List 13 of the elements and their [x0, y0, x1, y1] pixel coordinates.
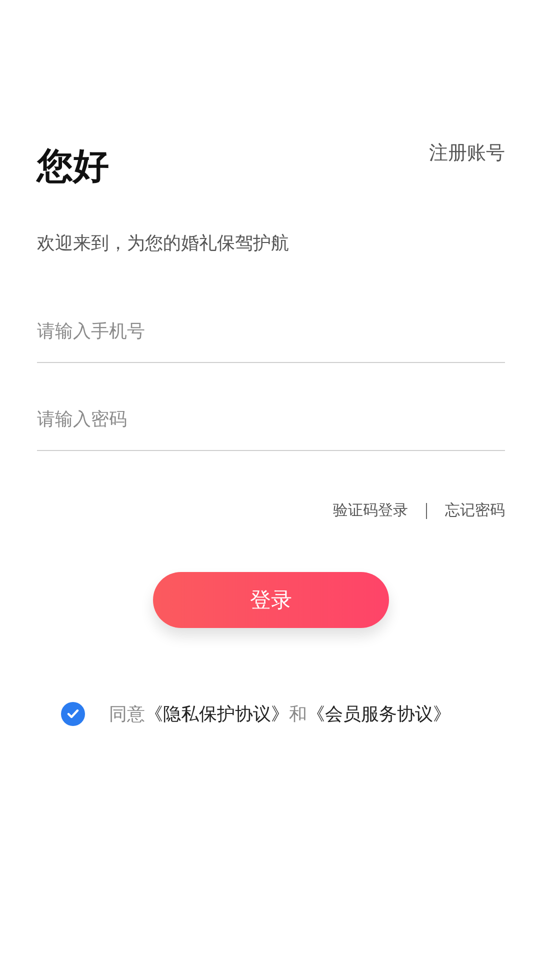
check-icon [67, 709, 79, 719]
phone-field[interactable]: 请输入手机号 [37, 321, 505, 363]
agreement-link[interactable]: 《会员服务协议》 [307, 702, 451, 726]
forgot-password-link[interactable]: 忘记密码 [445, 501, 505, 520]
register-link[interactable]: 注册账号 [429, 140, 505, 166]
agreement-link[interactable]: 《隐私保护协议》 [145, 702, 289, 726]
sms-login-link[interactable]: 验证码登录 [333, 501, 408, 520]
welcome-text: 欢迎来到，为您的婚礼保驾护航 [37, 232, 290, 255]
agreement-text: 和 [289, 703, 307, 726]
greeting-title: 您好 [37, 145, 109, 189]
password-field[interactable]: 请输入密码 [37, 409, 505, 451]
agreement-text: 同意 [109, 703, 145, 726]
agreement-checkbox[interactable] [61, 702, 85, 726]
